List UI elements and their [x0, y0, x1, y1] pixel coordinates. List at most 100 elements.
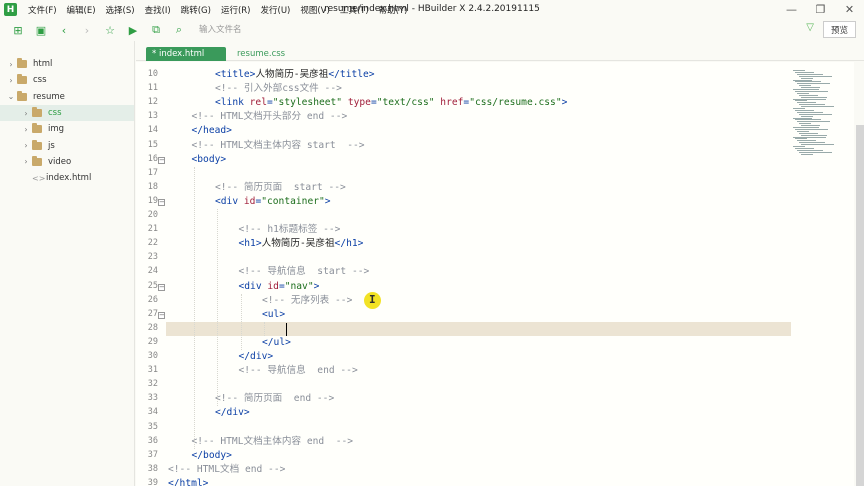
menu-item[interactable]: 选择(S) [101, 4, 140, 16]
tree-item-js[interactable]: › js [0, 137, 134, 153]
tree-item-resume[interactable]: ⌄ resume [0, 89, 134, 105]
tree-item-video[interactable]: › video [0, 154, 134, 170]
menu-item[interactable]: 视图(V) [295, 4, 334, 16]
project-explorer: › html › css ⌄ resume › css › img › js › video <> index… [0, 41, 135, 486]
code-line[interactable]: <!-- HTML文档主体内容 end --> [192, 435, 354, 449]
menu-item[interactable]: 查找(I) [140, 4, 176, 16]
forward-arrow-icon[interactable]: › [79, 22, 95, 38]
code-line[interactable]: <!-- 简历页面 end --> [215, 392, 334, 406]
indent-guide [217, 209, 218, 407]
code-line[interactable]: <body> [192, 153, 227, 167]
code-token: </h1> [334, 238, 364, 250]
code-line[interactable]: <ul> [262, 308, 285, 322]
minimap-line [795, 100, 807, 102]
code-line[interactable]: <!-- HTML文档 end --> [168, 463, 285, 477]
chevron-right-icon: › [9, 59, 13, 69]
code-token: <!-- 引入外部css文件 --> [215, 83, 342, 95]
code-line[interactable]: </html> [168, 477, 208, 486]
line-number: 26 [147, 294, 158, 305]
tree-item-img[interactable]: › img [0, 121, 134, 137]
preview-button[interactable]: 预览 [823, 21, 856, 38]
tree-item-label: css [33, 75, 47, 86]
close-button[interactable]: ✕ [835, 0, 864, 19]
file-name-input[interactable]: 输入文件名 [199, 22, 759, 38]
minimize-button[interactable]: — [777, 0, 806, 19]
tree-item-css[interactable]: › css [0, 72, 134, 88]
line-number: 21 [147, 224, 158, 235]
tree-item-css[interactable]: › css [0, 104, 134, 122]
code-token: > [561, 97, 568, 109]
minimap-line [797, 83, 830, 85]
minimap-line [799, 113, 832, 115]
fold-toggle-icon[interactable]: − [158, 283, 165, 291]
code-line[interactable]: <!-- 导航信息 start --> [239, 265, 370, 279]
code-token: <!-- HTML文档 end --> [168, 463, 286, 475]
menu-item[interactable]: 工具(T) [335, 4, 374, 16]
code-line[interactable]: <!-- 简历页面 start --> [215, 181, 346, 195]
code-line[interactable]: <!-- HTML文档开头部分 end --> [192, 110, 348, 124]
file-search-icon[interactable]: ⌕ [171, 22, 187, 38]
fold-toggle-icon[interactable]: − [158, 198, 165, 206]
back-arrow-icon[interactable]: ‹ [56, 22, 72, 38]
code-line[interactable]: <h1>人物简历-吴彦祖</h1> [239, 237, 364, 251]
code-line[interactable]: </div> [239, 350, 274, 364]
new-file-icon[interactable]: ⊞ [10, 22, 26, 38]
window-controls: — ❐ ✕ [777, 0, 864, 19]
tree-item-html[interactable]: › html [0, 56, 134, 72]
code-line[interactable]: </ul> [262, 336, 291, 350]
tree-item-label: video [48, 156, 72, 167]
tree-item-index-html[interactable]: <> index.html [0, 170, 134, 186]
code-token: <div [215, 195, 244, 207]
minimap-line [801, 153, 813, 155]
menu-item[interactable]: 运行(R) [216, 4, 256, 16]
tab-resume-css[interactable]: resume.css [231, 47, 291, 61]
tree-item-label: index.html [46, 173, 92, 184]
menu-item[interactable]: 发行(U) [256, 4, 296, 16]
current-line-highlight [166, 321, 791, 336]
chevron-right-icon: › [9, 75, 13, 85]
menu-item[interactable]: 帮助(Y) [374, 4, 413, 16]
code-token: href [440, 97, 464, 109]
code-line[interactable]: <div id="container"> [215, 195, 331, 209]
tab-index-html[interactable]: * index.html [146, 47, 226, 61]
code-line[interactable]: <link rel="stylesheet" type="text/css" h… [215, 96, 567, 110]
code-token: <!-- HTML文档主体内容 start --> [191, 139, 365, 151]
indent-guide [240, 293, 242, 350]
code-editor[interactable]: 10 11 12 13 14 15 16−17 18 19−20 21 22 23 24 25−26 27−… [136, 62, 791, 486]
code-line[interactable]: <!-- HTML文档主体内容 start --> [192, 139, 365, 153]
code-token: <!-- 无序列表 --> [262, 294, 353, 306]
minimap-line [795, 90, 828, 92]
code-line[interactable]: </head> [192, 124, 232, 138]
filter-icon[interactable]: ▽ [806, 22, 814, 33]
code-token: rel [249, 97, 267, 109]
code-line[interactable]: <!-- 无序列表 --> [262, 294, 352, 308]
vertical-scrollbar[interactable] [856, 125, 864, 486]
minimap[interactable] [791, 62, 854, 486]
code-line[interactable]: <!-- 引入外部css文件 --> [215, 82, 342, 96]
fold-toggle-icon[interactable]: − [158, 156, 165, 164]
code-line[interactable]: <title>人物简历-吴彦祖</title> [215, 68, 375, 82]
code-line[interactable]: <!-- 导航信息 end --> [239, 364, 358, 378]
code-line[interactable]: </body> [192, 449, 232, 463]
code-token: "nav" [284, 280, 314, 292]
code-line[interactable]: <!-- h1标题标签 --> [239, 223, 341, 237]
chevron-right-icon: › [24, 157, 28, 167]
tree-item-label: css [48, 108, 62, 119]
menu-item[interactable]: 文件(F) [23, 4, 62, 16]
minimap-line [799, 123, 811, 125]
code-token: <ul> [262, 308, 286, 320]
save-icon[interactable]: ▣ [33, 22, 49, 38]
code-token: <!-- h1标题标签 --> [238, 224, 341, 236]
code-area[interactable]: <title>人物简历-吴彦祖</title> <!-- 引入外部css文件 --… [166, 62, 791, 486]
fold-toggle-icon[interactable]: − [158, 311, 165, 319]
line-number: 18 [147, 181, 158, 192]
code-line[interactable]: <div id="nav"> [239, 280, 320, 294]
star-icon[interactable]: ☆ [102, 22, 118, 38]
menu-item[interactable]: 跳转(G) [176, 4, 216, 16]
code-line[interactable]: </div> [215, 406, 250, 420]
minimap-line [793, 146, 805, 147]
browser-preview-icon[interactable]: ⧉ [148, 22, 164, 38]
run-icon[interactable]: ▶ [125, 22, 141, 38]
restore-button[interactable]: ❐ [806, 0, 835, 19]
menu-item[interactable]: 编辑(E) [62, 4, 101, 16]
